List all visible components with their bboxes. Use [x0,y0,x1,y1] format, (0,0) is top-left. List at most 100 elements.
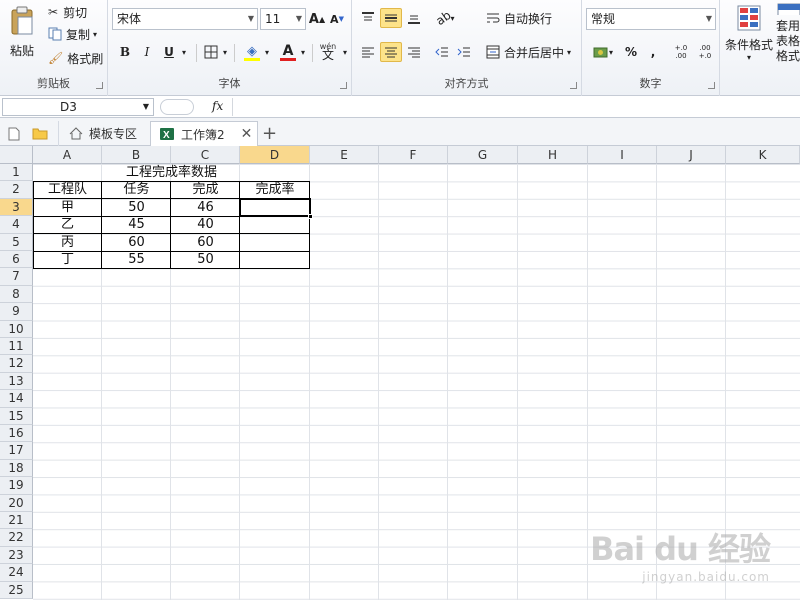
row-header[interactable]: 7 [0,268,33,286]
column-header[interactable]: D [240,146,310,164]
data-cell[interactable]: 55 [102,251,171,268]
insert-function-button[interactable]: fx [212,99,223,113]
shrink-font-button[interactable]: A ▼ [328,10,346,28]
currency-button[interactable]: ▾ [588,42,618,62]
decrease-indent-button[interactable] [432,42,452,62]
column-header[interactable]: J [657,146,726,164]
font-name-select[interactable]: 宋体 ▼ [112,8,258,30]
row-header[interactable]: 15 [0,407,33,425]
column-header[interactable]: H [518,146,588,164]
column-header[interactable]: E [310,146,379,164]
data-cell[interactable]: 45 [102,216,171,233]
percent-button[interactable]: % [622,42,640,62]
conditional-format-button[interactable]: 条件格式 ▾ [724,2,774,64]
data-cell[interactable]: 60 [171,234,240,251]
dialog-launcher-icon[interactable] [340,82,347,89]
data-cell[interactable] [240,251,310,268]
column-header[interactable]: C [171,146,240,164]
column-header[interactable]: A [33,146,102,164]
orientation-button[interactable]: ab ▾ [432,8,458,28]
data-cell[interactable]: 40 [171,216,240,233]
italic-button[interactable]: I [138,42,156,62]
align-right-button[interactable] [404,42,424,62]
row-header[interactable]: 18 [0,459,33,478]
row-header[interactable]: 12 [0,355,33,373]
row-header[interactable]: 22 [0,529,33,547]
header-cell[interactable]: 工程队 [33,181,102,198]
data-cell[interactable]: 丁 [33,251,102,268]
tab-workbook2[interactable]: X 工作簿2 ✕ [150,121,258,146]
row-header[interactable]: 23 [0,546,33,565]
align-middle-button[interactable] [380,8,402,28]
wrap-text-button[interactable]: 自动换行 [486,8,552,28]
merge-center-button[interactable]: 合并后居中 ▾ [486,42,571,62]
dialog-launcher-icon[interactable] [96,82,103,89]
font-size-select[interactable]: 11 ▼ [260,8,306,30]
row-header[interactable]: 9 [0,303,33,321]
underline-button[interactable]: U [160,42,178,62]
align-bottom-button[interactable] [404,8,424,28]
copy-button[interactable]: 复制 ▾ [48,24,97,44]
row-header[interactable]: 3 [0,198,33,217]
column-header[interactable]: I [588,146,657,164]
number-format-select[interactable]: 常规 ▼ [586,8,716,30]
dialog-launcher-icon[interactable] [708,82,715,89]
row-header[interactable]: 17 [0,442,33,460]
grow-font-button[interactable]: A ▲ [308,10,326,28]
row-header[interactable]: 20 [0,494,33,512]
header-cell[interactable]: 完成率 [240,181,310,198]
align-top-button[interactable] [358,8,378,28]
row-header[interactable]: 10 [0,320,33,338]
format-as-table-button[interactable]: 套用 表格格式 [776,2,800,64]
formula-input[interactable] [232,98,800,116]
row-header[interactable]: 6 [0,251,33,269]
row-header[interactable]: 24 [0,564,33,582]
data-cell[interactable]: 50 [171,251,240,268]
tab-template-zone[interactable]: 模板专区 [58,121,148,146]
row-header[interactable]: 25 [0,581,33,599]
row-header[interactable]: 11 [0,338,33,356]
data-cell[interactable]: 丙 [33,234,102,251]
decrease-decimal-button[interactable]: .00 +.0 [694,42,716,62]
select-all-corner[interactable] [0,146,33,164]
borders-button[interactable] [202,42,220,62]
data-cell[interactable]: 46 [171,199,240,216]
comma-style-button[interactable]: , [644,42,662,62]
column-header[interactable]: K [726,146,800,164]
dialog-launcher-icon[interactable] [570,82,577,89]
format-painter-button[interactable]: 🖌 格式刷 [48,48,103,68]
bold-button[interactable]: B [116,42,134,62]
row-header[interactable]: 4 [0,216,33,234]
new-doc-button[interactable] [8,121,26,146]
row-header[interactable]: 8 [0,285,33,304]
formula-zoom-toggle[interactable] [160,99,194,115]
header-cell[interactable]: 任务 [102,181,171,198]
row-header[interactable]: 14 [0,390,33,408]
borders-dropdown[interactable]: ▾ [220,42,230,62]
font-color-button[interactable]: A [278,40,298,62]
fill-color-dropdown[interactable]: ▾ [262,42,272,62]
sheet-title-cell[interactable]: 工程完成率数据 [33,164,310,181]
column-header[interactable]: B [102,146,171,164]
name-box[interactable]: D3 ▼ [2,98,154,116]
data-cell[interactable] [240,216,310,233]
close-icon[interactable]: ✕ [241,126,253,142]
selected-cell-d3[interactable] [239,197,311,217]
column-header[interactable]: G [448,146,518,164]
column-header[interactable]: F [379,146,448,164]
font-color-dropdown[interactable]: ▾ [298,42,308,62]
cut-button[interactable]: ✂ 剪切 [48,2,87,22]
row-header[interactable]: 5 [0,233,33,251]
row-header[interactable]: 2 [0,181,33,199]
row-header[interactable]: 1 [0,164,33,182]
data-cell[interactable]: 50 [102,199,171,216]
header-cell[interactable]: 完成 [171,181,240,198]
fill-handle[interactable] [308,213,313,219]
data-cell[interactable]: 乙 [33,216,102,233]
open-folder-button[interactable] [32,121,52,146]
data-cell[interactable] [240,234,310,251]
increase-decimal-button[interactable]: +.0 .00 [670,42,692,62]
row-header[interactable]: 19 [0,477,33,495]
phonetic-dropdown[interactable]: ▾ [340,42,350,62]
underline-dropdown[interactable]: ▾ [178,42,190,62]
